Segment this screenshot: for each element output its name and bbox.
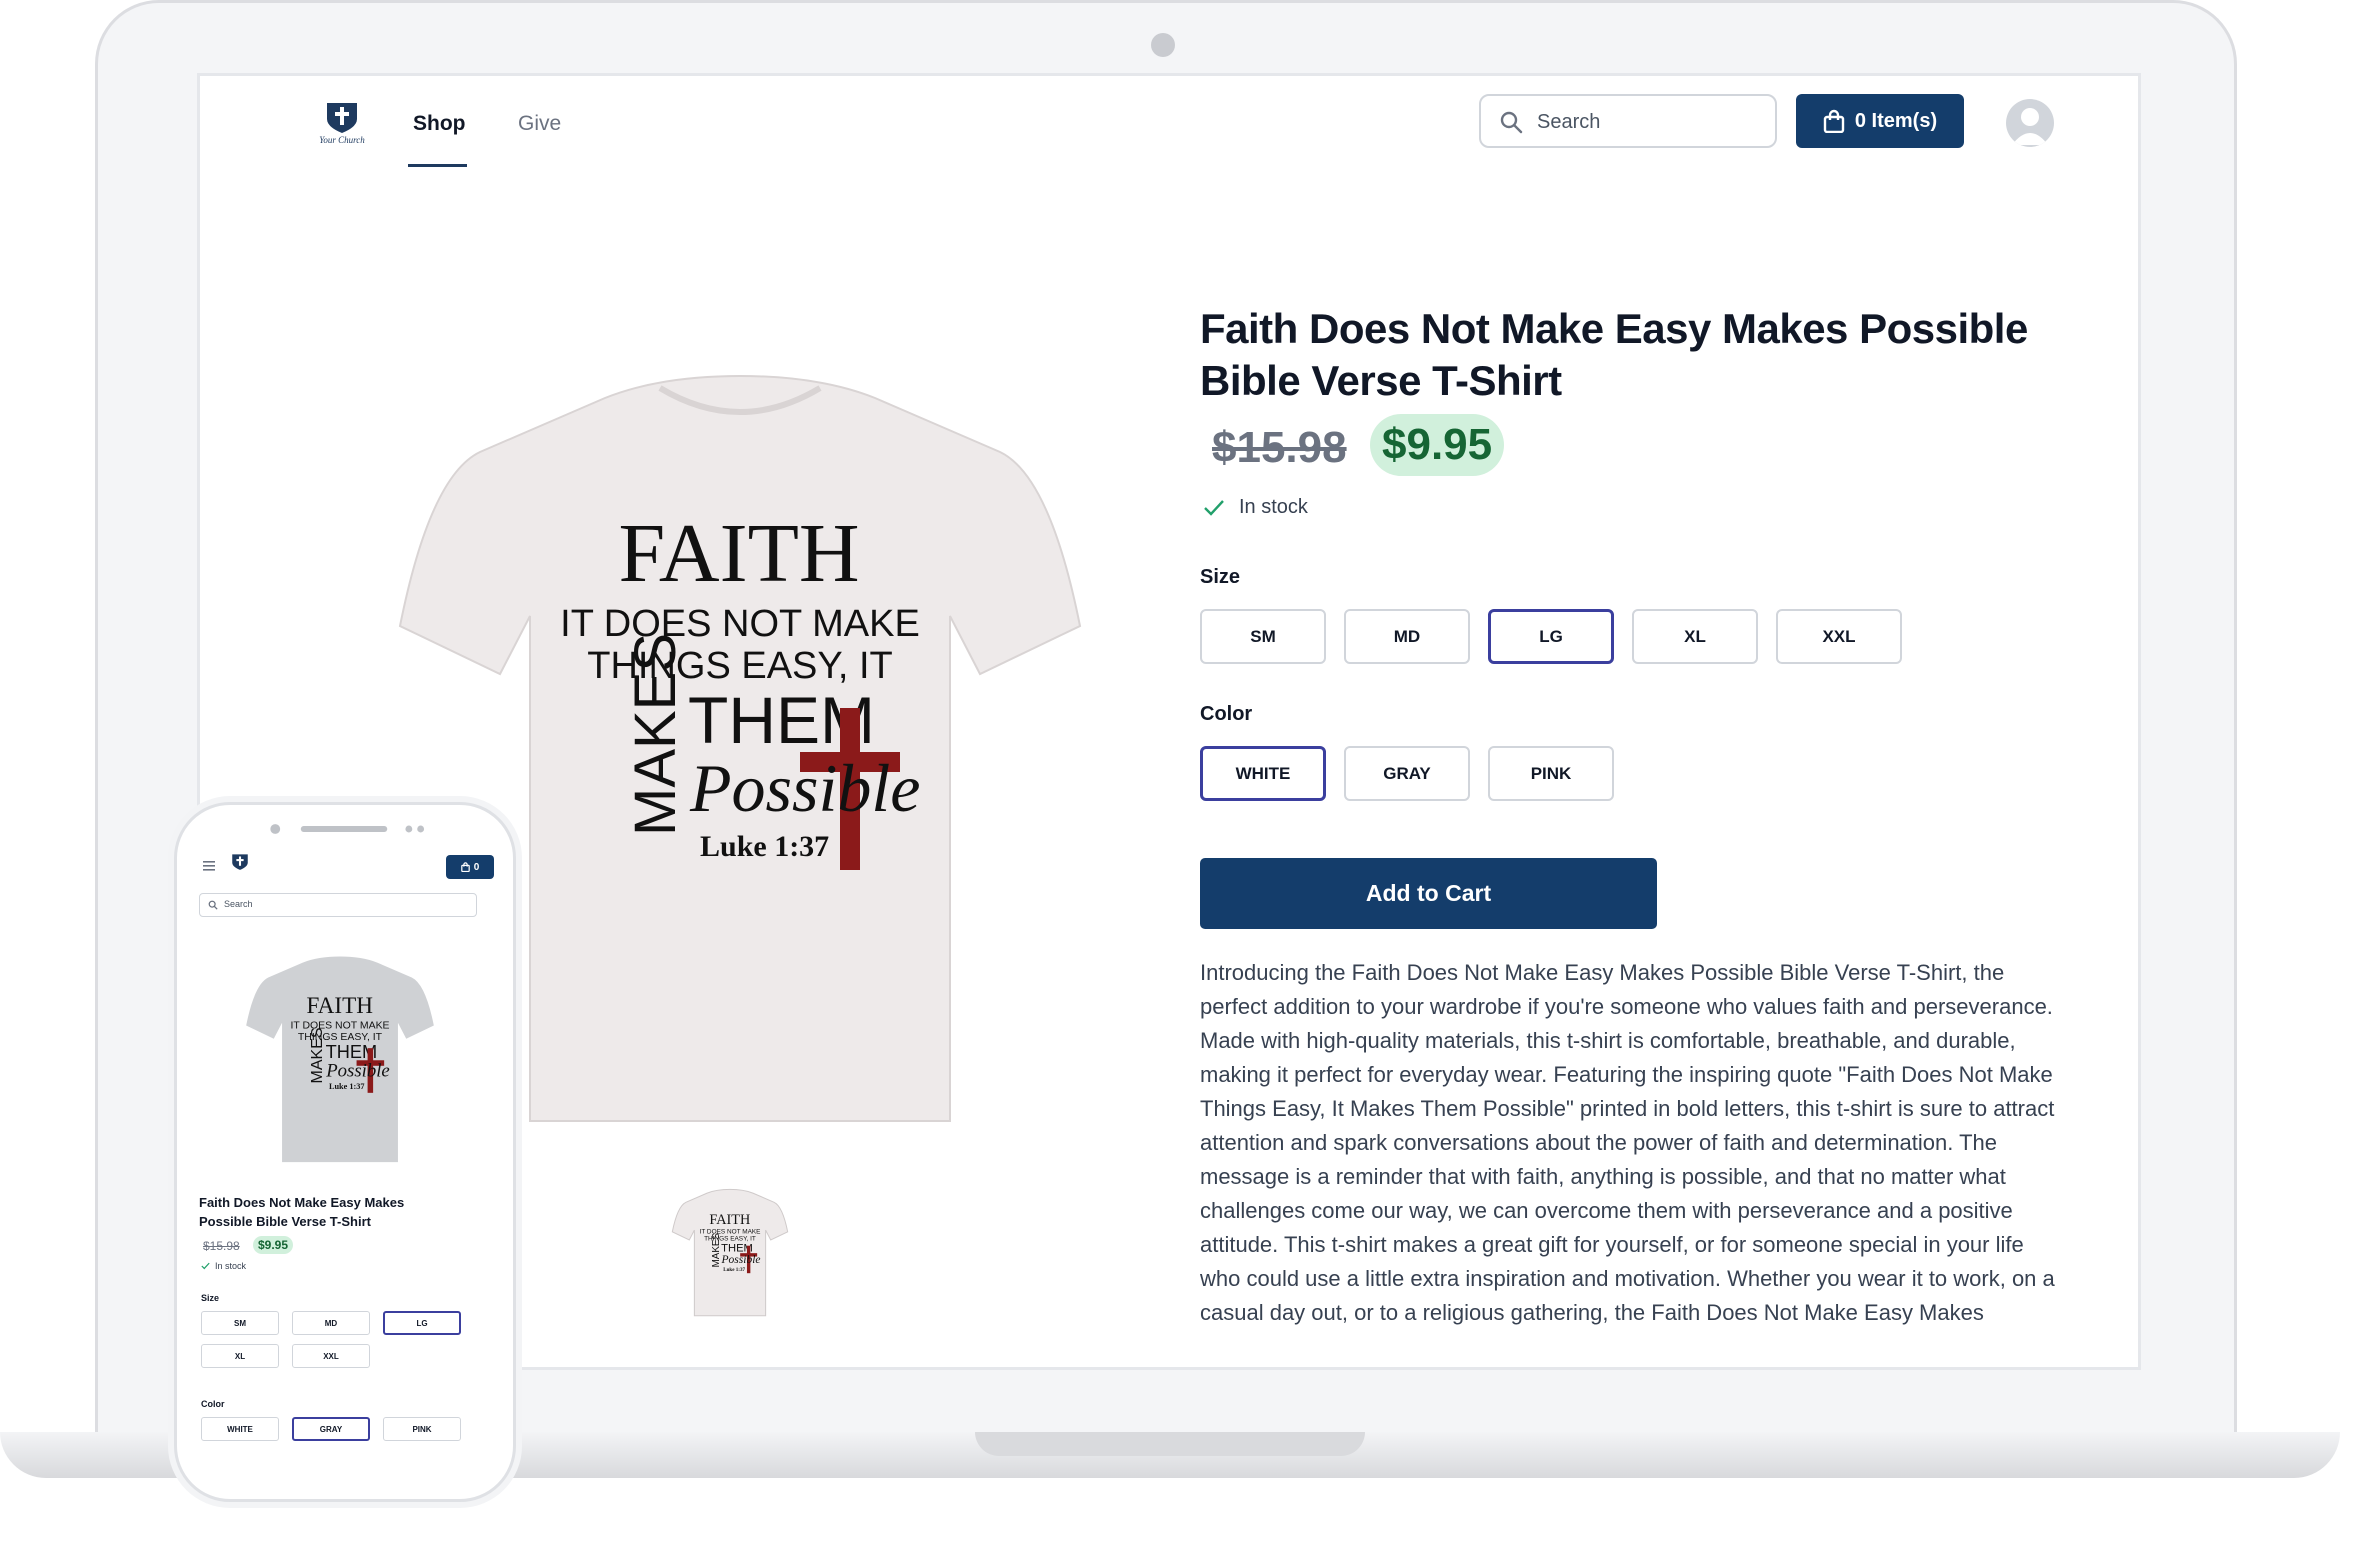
phone-speaker-camera	[270, 824, 425, 834]
mobile-stock-status: In stock	[201, 1261, 246, 1271]
thumb-print-verse: Luke 1:37	[723, 1267, 745, 1273]
mobile-color-pink[interactable]: PINK	[383, 1417, 461, 1441]
shirt-print-line2: IT DOES NOT MAKE	[560, 603, 920, 645]
user-avatar[interactable]	[2006, 99, 2054, 147]
thumb-print-possible: Possible	[721, 1254, 761, 1266]
mobile-size-label: Size	[201, 1293, 220, 1303]
nav-give[interactable]: Give	[518, 112, 561, 136]
sale-price: $9.95	[1370, 414, 1505, 476]
mobile-device-frame: 0 Search FAITH IT DOES NOT MAKE THINGS E…	[174, 802, 516, 1502]
user-icon	[2012, 108, 2048, 145]
cart-label: 0 Item(s)	[1854, 109, 1938, 132]
product-thumbnail[interactable]: FAITH IT DOES NOT MAKE THINGS EASY, IT M…	[663, 1186, 797, 1320]
mobile-color-gray[interactable]: GRAY	[292, 1417, 370, 1441]
mobile-search-icon	[208, 900, 218, 910]
check-icon	[1204, 499, 1224, 516]
color-option-white[interactable]: WHITE	[1200, 746, 1326, 801]
thumb-print-faith: FAITH	[709, 1212, 750, 1228]
shirt-print-faith: FAITH	[618, 507, 859, 600]
add-to-cart-button[interactable]: Add to Cart	[1200, 858, 1657, 929]
size-option-sm[interactable]: SM	[1200, 609, 1326, 664]
shirt-print-makes: MAKES	[623, 633, 688, 836]
original-price: $15.98	[1212, 423, 1347, 472]
hamburger-menu-icon[interactable]	[203, 861, 215, 871]
mobile-color-white[interactable]: WHITE	[201, 1417, 279, 1441]
nav-active-indicator	[408, 164, 467, 167]
cart-button[interactable]: 0 Item(s)	[1796, 94, 1964, 148]
mobile-product-image: FAITH IT DOES NOT MAKE THINGS EASY, IT M…	[246, 956, 434, 1163]
logo-text: Your Church	[319, 135, 365, 145]
mobile-print-verse: Luke 1:37	[329, 1082, 365, 1091]
nav-shop[interactable]: Shop	[413, 112, 466, 136]
mobile-print-faith: FAITH	[306, 993, 373, 1019]
size-option-md[interactable]: MD	[1344, 609, 1470, 664]
mobile-size-sm[interactable]: SM	[201, 1311, 279, 1335]
mobile-size-md[interactable]: MD	[292, 1311, 370, 1335]
thumb-print-makes: MAKES	[711, 1233, 722, 1268]
thumb-print-line2: IT DOES NOT MAKE	[700, 1228, 762, 1235]
mobile-church-logo[interactable]	[225, 853, 255, 877]
mobile-bag-icon	[460, 862, 470, 872]
church-logo[interactable]: Your Church	[313, 101, 371, 146]
shirt-print-possible: Possible	[689, 750, 920, 826]
laptop-notch	[975, 1432, 1365, 1456]
mobile-size-xl[interactable]: XL	[201, 1344, 279, 1368]
size-label: Size	[1200, 566, 1241, 588]
size-option-xxl[interactable]: XXL	[1776, 609, 1902, 664]
mobile-print-makes: MAKES	[309, 1027, 326, 1083]
shopping-bag-icon	[1823, 109, 1845, 133]
mobile-cart-count: 0	[473, 861, 480, 873]
mobile-print-possible: Possible	[325, 1061, 390, 1082]
search-icon	[1500, 111, 1523, 134]
color-option-gray[interactable]: GRAY	[1344, 746, 1470, 801]
mobile-search-placeholder: Search	[224, 899, 253, 909]
shirt-print-verse: Luke 1:37	[700, 830, 829, 863]
color-label: Color	[1200, 703, 1253, 725]
mobile-screen: 0 Search FAITH IT DOES NOT MAKE THINGS E…	[191, 841, 499, 1481]
mobile-color-label: Color	[201, 1399, 225, 1409]
mobile-print-line2: IT DOES NOT MAKE	[290, 1020, 389, 1031]
stock-text: In stock	[1239, 496, 1308, 518]
size-option-lg[interactable]: LG	[1488, 609, 1614, 664]
size-option-xl[interactable]: XL	[1632, 609, 1758, 664]
stock-status: In stock	[1203, 496, 1308, 519]
laptop-camera	[1151, 33, 1175, 57]
mobile-sale-price: $9.95	[253, 1236, 294, 1254]
mobile-cart-button[interactable]: 0	[446, 855, 494, 879]
mobile-stock-text: In stock	[215, 1261, 247, 1271]
color-option-pink[interactable]: PINK	[1488, 746, 1614, 801]
mobile-check-icon	[201, 1262, 210, 1270]
product-title: Faith Does Not Make Easy Makes Possible …	[1200, 305, 2028, 404]
mobile-search-box[interactable]: Search	[199, 893, 477, 917]
search-box[interactable]	[1479, 94, 1777, 148]
search-input[interactable]	[1535, 106, 1769, 138]
mobile-size-lg[interactable]: LG	[383, 1311, 461, 1335]
mobile-original-price: $15.98	[203, 1239, 240, 1253]
product-description: Introducing the Faith Does Not Make Easy…	[1200, 960, 2055, 1325]
mobile-size-xxl[interactable]: XXL	[292, 1344, 370, 1368]
mobile-product-title: Faith Does Not Make Easy Makes Possible …	[199, 1195, 405, 1229]
